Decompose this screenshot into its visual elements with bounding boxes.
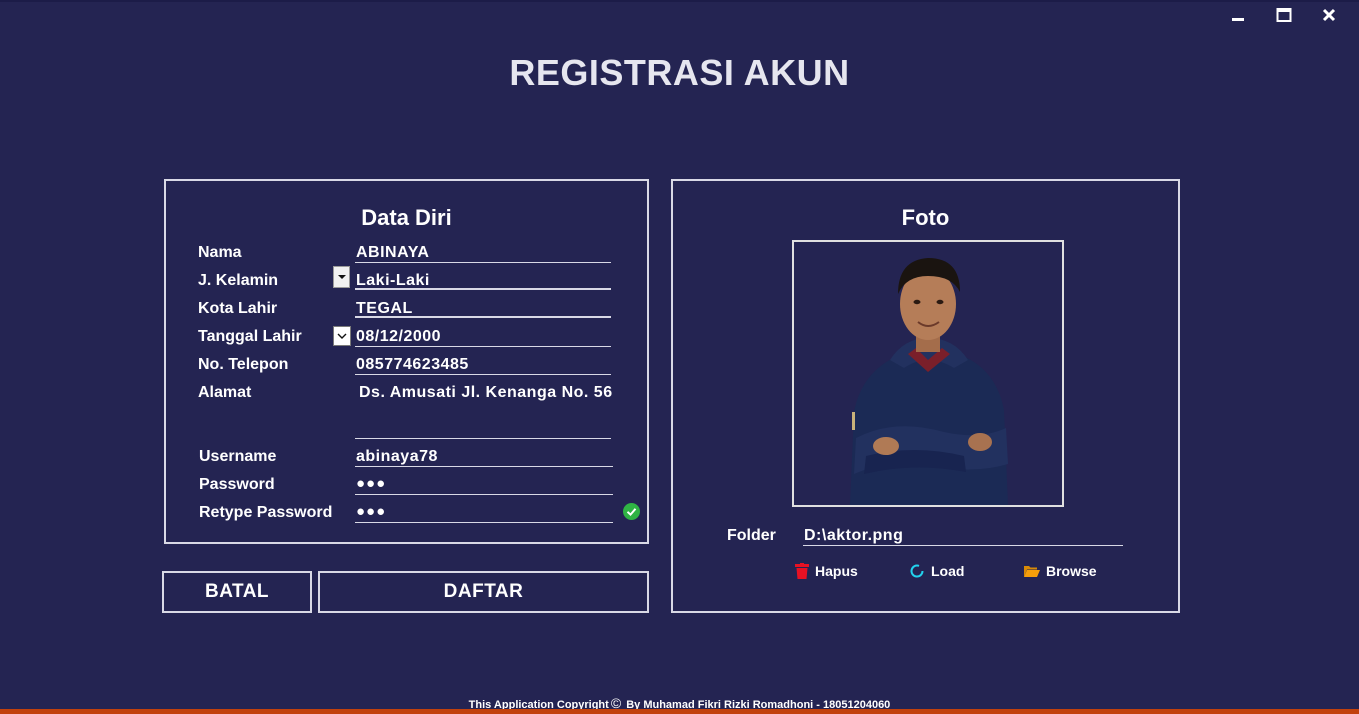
close-icon (1322, 8, 1336, 22)
data-diri-heading: Data Diri (361, 205, 452, 230)
kelamin-dropdown-button[interactable] (333, 266, 350, 288)
folder-path-field[interactable]: D:\aktor.png (804, 527, 903, 545)
batal-button[interactable]: BATAL (162, 571, 312, 613)
hapus-button[interactable]: Hapus (795, 563, 858, 579)
folder-open-icon (1024, 565, 1040, 577)
tanggal-lahir-field[interactable]: 08/12/2000 (356, 328, 441, 346)
tanggal-lahir-label: Tanggal Lahir (198, 328, 302, 345)
telepon-field[interactable]: 085774623485 (356, 356, 469, 374)
password-label: Password (199, 476, 275, 493)
maximize-button[interactable] (1273, 6, 1295, 24)
username-field[interactable]: abinaya78 (356, 448, 438, 466)
window-top-edge (0, 0, 1359, 2)
maximize-icon (1276, 8, 1292, 22)
browse-label: Browse (1046, 563, 1097, 579)
browse-button[interactable]: Browse (1024, 563, 1097, 579)
minimize-button[interactable] (1227, 6, 1249, 24)
folder-path-underline (803, 545, 1123, 546)
telepon-underline (355, 374, 611, 375)
tanggal-lahir-underline (355, 346, 611, 347)
tanggal-lahir-dropdown-button[interactable] (333, 326, 351, 346)
kelamin-label: J. Kelamin (198, 272, 279, 289)
hapus-label: Hapus (815, 563, 858, 579)
daftar-button[interactable]: DAFTAR (318, 571, 649, 613)
page-title: REGISTRASI AKUN (509, 52, 850, 93)
chevron-down-icon (337, 333, 347, 339)
kota-lahir-label: Kota Lahir (198, 300, 278, 317)
check-circle-icon (623, 503, 640, 520)
telepon-label: No. Telepon (198, 356, 289, 373)
window-bottom-bar (0, 709, 1359, 714)
alamat-label: Alamat (198, 384, 252, 401)
caret-down-icon (337, 275, 346, 279)
trash-icon (795, 563, 809, 579)
username-underline (355, 466, 613, 467)
person-photo-illustration (850, 258, 1008, 505)
folder-label: Folder (727, 527, 776, 544)
minimize-icon (1232, 18, 1244, 21)
kelamin-underline (355, 288, 611, 290)
nama-label: Nama (198, 244, 242, 261)
profile-photo[interactable] (792, 240, 1064, 507)
refresh-icon (910, 564, 924, 578)
retype-password-label: Retype Password (199, 504, 333, 521)
load-label: Load (931, 563, 965, 579)
retype-password-field[interactable]: ●●● (356, 503, 386, 520)
kota-lahir-underline (355, 316, 611, 318)
username-label: Username (199, 448, 277, 465)
load-button[interactable]: Load (909, 563, 964, 579)
alamat-textarea[interactable]: Ds. Amusati Jl. Kenanga No. 56 (359, 384, 613, 402)
close-button[interactable] (1318, 6, 1340, 24)
retype-password-underline (355, 522, 613, 523)
password-underline (355, 494, 613, 495)
nama-field[interactable]: ABINAYA (356, 244, 429, 262)
nama-underline (355, 262, 611, 263)
alamat-underline (355, 438, 611, 439)
password-field[interactable]: ●●● (356, 475, 386, 492)
foto-heading: Foto (901, 205, 950, 230)
